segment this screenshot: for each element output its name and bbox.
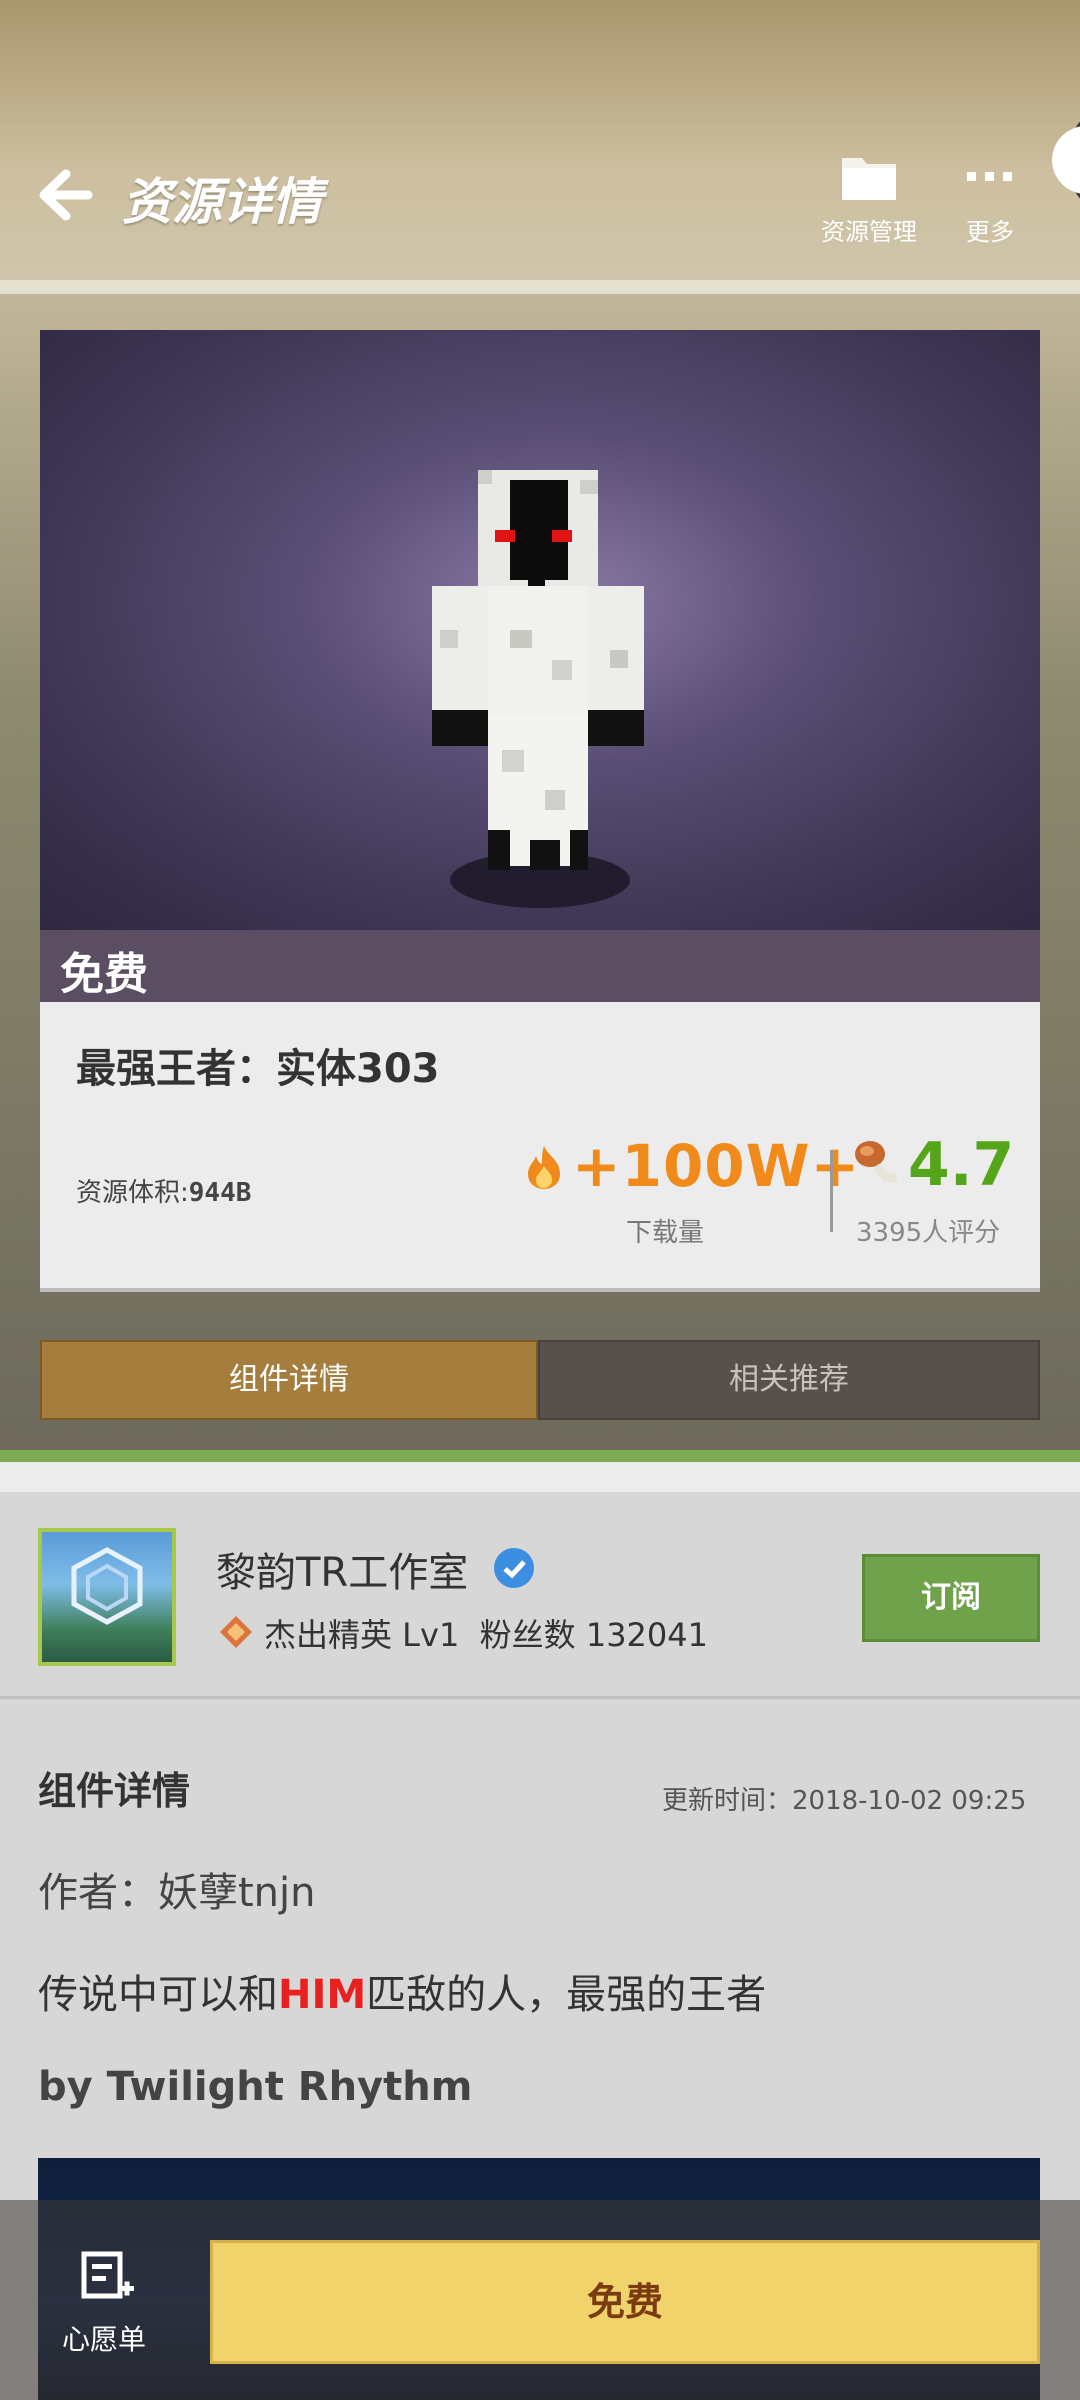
header-divider bbox=[0, 280, 1080, 294]
creator-divider bbox=[0, 1696, 1080, 1699]
creator-avatar[interactable] bbox=[38, 1528, 176, 1666]
more-button[interactable]: 更多 bbox=[950, 150, 1030, 250]
creator-level: 杰出精英 Lv1 粉丝数 132041 bbox=[264, 1610, 708, 1656]
resource-size-label: 资源体积: bbox=[76, 1178, 189, 1208]
resource-title: 最强王者：实体303 bbox=[76, 1046, 440, 1092]
description-highlight: HIM bbox=[278, 1972, 367, 2018]
details-section-title: 组件详情 bbox=[38, 1769, 191, 1813]
subscribe-button[interactable]: 订阅 bbox=[862, 1554, 1040, 1642]
studio-logo-icon bbox=[71, 1547, 143, 1625]
resource-size: 资源体积:944B bbox=[76, 1172, 251, 1209]
skin-character-image bbox=[432, 470, 644, 908]
section-divider-green bbox=[0, 1450, 1080, 1462]
rating-count: 3395人评分 bbox=[856, 1218, 1001, 1248]
creator-level-text: 杰出精英 Lv1 bbox=[264, 1616, 460, 1654]
stats-divider bbox=[830, 1150, 833, 1232]
update-time: 更新时间：2018-10-02 09:25 bbox=[662, 1786, 1027, 1816]
back-arrow-icon[interactable] bbox=[26, 160, 96, 230]
rating-score: 4.7 bbox=[908, 1130, 1015, 1200]
folder-icon bbox=[842, 158, 896, 200]
download-label: 下载量 bbox=[626, 1218, 705, 1248]
price-badge: 免费 bbox=[60, 949, 148, 1000]
page-title: 资源详情 bbox=[122, 173, 322, 231]
creator-name[interactable]: 黎韵TR工作室 bbox=[216, 1540, 468, 1598]
download-count: +100W+ bbox=[572, 1132, 861, 1200]
section-divider-light bbox=[0, 1462, 1080, 1492]
resource-manage-label: 资源管理 bbox=[821, 218, 917, 246]
resource-size-value: 944B bbox=[188, 1178, 252, 1208]
wishlist-icon[interactable] bbox=[80, 2250, 136, 2306]
tab-related-recommendations[interactable]: 相关推荐 bbox=[538, 1340, 1040, 1420]
more-dots-icon bbox=[967, 172, 1012, 181]
drumstick-icon bbox=[855, 1141, 897, 1183]
tab-component-details[interactable]: 组件详情 bbox=[40, 1340, 538, 1420]
author-line: 作者：妖孽tnjn bbox=[38, 1870, 316, 1916]
more-label: 更多 bbox=[966, 218, 1014, 246]
description-after: 匹敌的人，最强的王者 bbox=[366, 1972, 767, 2018]
resource-manage-button[interactable]: 资源管理 bbox=[814, 150, 924, 250]
verified-icon bbox=[494, 1548, 534, 1588]
description-before: 传说中可以和 bbox=[38, 1972, 278, 2018]
get-free-button[interactable]: 免费 bbox=[210, 2240, 1040, 2364]
level-badge-icon bbox=[220, 1616, 252, 1648]
byline: by Twilight Rhythm bbox=[38, 2064, 473, 2110]
description-line: 传说中可以和HIM匹敌的人，最强的王者 bbox=[38, 1962, 766, 2020]
price-badge-band: 免费 bbox=[40, 930, 1040, 1002]
fire-icon bbox=[528, 1146, 560, 1189]
skin-preview bbox=[40, 330, 1040, 930]
wishlist-label[interactable]: 心愿单 bbox=[62, 2318, 146, 2358]
creator-followers: 粉丝数 132041 bbox=[479, 1616, 708, 1654]
